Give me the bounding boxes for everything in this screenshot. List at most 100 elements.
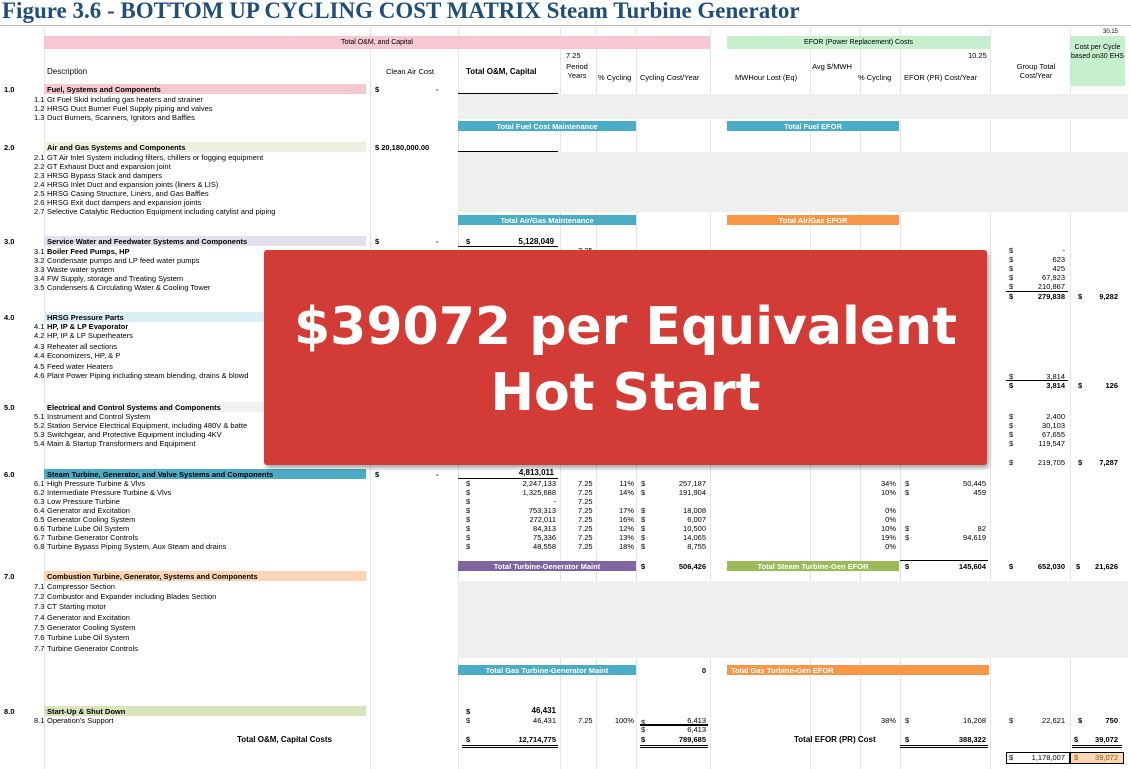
item-num: 3.3: [34, 265, 45, 274]
grand-cycle-total: 39,072: [1095, 753, 1118, 762]
dollar: $: [375, 470, 380, 479]
item-num: 6.2: [34, 488, 45, 497]
om-value: 75,336: [533, 533, 556, 542]
dollar: $: [1009, 562, 1014, 571]
item-num: 8.1: [34, 716, 45, 725]
dollar: $: [1009, 255, 1014, 264]
col-pct-cycling: % Cycling: [598, 73, 632, 82]
underline: [458, 246, 558, 247]
item-num: 3.2: [34, 256, 45, 265]
underline: [900, 560, 988, 561]
col-period-years: Period Years: [566, 62, 588, 80]
item-desc: HRSG Casing Structure, Liners, and Gas B…: [47, 189, 209, 198]
total-efor-label: Total EFOR (PR) Cost: [794, 735, 876, 744]
dollar: $: [641, 533, 646, 542]
dollar: $: [905, 479, 910, 488]
section-3-total: 5,128,049: [518, 237, 554, 246]
group-value: 30,103: [1042, 421, 1065, 430]
item-desc: Economizers, HP, & P: [47, 351, 121, 360]
item-desc: Boiler Feed Pumps, HP: [47, 247, 130, 256]
section-1-num: 1.0: [4, 85, 15, 94]
dollar: $: [466, 497, 471, 506]
om-value: 753,313: [528, 506, 556, 515]
pct2-value: 38%: [880, 716, 896, 725]
item-desc: Turbine Bypass Piping System, Aux Steam …: [47, 542, 227, 551]
section-6-title: Steam Turbine, Generator, and Valve Syst…: [47, 470, 274, 479]
pct-value: 12%: [618, 524, 634, 533]
dollar: $: [1009, 264, 1014, 273]
efor-val: 16,208: [963, 716, 986, 725]
item-desc: Turbine Generator Controls: [47, 644, 139, 653]
item-num: 7.7: [34, 644, 45, 653]
cycling-value: 6,007: [687, 515, 706, 524]
item-desc: Compressor Section: [47, 582, 115, 591]
item-num: 7.3: [34, 602, 45, 611]
item-num: 7.4: [34, 613, 45, 622]
section-2-num: 2.0: [4, 143, 15, 152]
dollar: $: [466, 515, 471, 524]
efor-value: 10.25: [968, 51, 987, 60]
item-num: 5.1: [34, 412, 45, 421]
pct-value: 100%: [614, 716, 634, 725]
item-num: 3.4: [34, 274, 45, 283]
dollar: $: [466, 735, 471, 744]
item-desc: FW Supply, storage and Treating System: [47, 274, 184, 283]
fuel-maint-label: Total Fuel Cost Maintenance: [496, 122, 598, 131]
period-value: 7.25: [578, 524, 593, 533]
pct2-value: 0%: [885, 542, 896, 551]
dollar: $: [466, 533, 471, 542]
total-om-band-label: Total O&M, and Capital: [341, 39, 413, 46]
om-value: 84,313: [533, 524, 556, 533]
cycling-value: 18,008: [683, 506, 706, 515]
item-num: 5.2: [34, 421, 45, 430]
dollar: $: [466, 488, 471, 497]
double-underline: [462, 745, 558, 748]
dollar: $: [641, 506, 646, 515]
item-num: 7.6: [34, 633, 45, 642]
group-value: 67,923: [1042, 273, 1065, 282]
dollar: $: [641, 725, 646, 734]
cost-per-cycle-label: Cost per Cycle based on30 EHS: [1071, 44, 1124, 60]
item-desc: Condensers & Circulating Water & Cooling…: [47, 283, 211, 292]
grand-group-total: 1,178,007: [1031, 753, 1065, 762]
dollar: $: [1078, 458, 1083, 467]
pct-value: 16%: [618, 515, 634, 524]
steam-efor-label: Total Steam Turbine-Gen EFOR: [757, 562, 869, 571]
section-6-cycle: 21,626: [1095, 562, 1118, 571]
item-num: 1.3: [34, 113, 45, 122]
item-desc: HRSG Bypass Stack and dampers: [47, 171, 163, 180]
item-num: 7.1: [34, 582, 45, 591]
gas-maint-label: Total Gas Turbine-Generator Maint: [485, 666, 609, 675]
dollar: $: [641, 515, 646, 524]
pct2-value: 0%: [885, 515, 896, 524]
item-desc: Gt Fuel Skid including gas heaters and s…: [47, 95, 203, 104]
dollar: $: [641, 524, 646, 533]
item-num: 1.2: [34, 104, 45, 113]
om-value: 272,011: [529, 515, 556, 524]
item-desc: Combustor and Expander including Blades …: [47, 592, 217, 601]
section-8-cycle: 750: [1105, 716, 1118, 725]
period-years-value: 7.25: [566, 51, 581, 60]
period-value: 7.25: [578, 533, 593, 542]
col-description: Description: [47, 67, 88, 76]
grid-col: [44, 28, 45, 769]
double-underline: [900, 745, 988, 748]
item-desc: Generator and Excitation: [47, 613, 130, 622]
om-value: -: [553, 497, 557, 506]
section-4-cycle: 126: [1105, 381, 1118, 390]
section-7-num: 7.0: [4, 572, 15, 581]
banner-line-1: $39072 per Equivalent: [294, 297, 957, 357]
section-8-total: 46,431: [531, 706, 556, 715]
item-desc: HRSG Exit duct dampers and expansion joi…: [47, 198, 202, 207]
period-value: 7.25: [578, 506, 593, 515]
item-num: 2.1: [34, 153, 45, 162]
item-desc: Waste water system: [47, 265, 115, 274]
item-desc: Switchgear, and Protective Equipment inc…: [47, 430, 222, 439]
item-num: 4.5: [34, 362, 45, 371]
pct2-value: 0%: [885, 506, 896, 515]
om-value: 2,247,133: [522, 479, 556, 488]
dollar: $: [641, 488, 646, 497]
title-underline: [0, 25, 1131, 26]
section-1-clean-dollar: $: [375, 85, 380, 94]
airgas-maint-label: Total Air/Gas Maintenance: [500, 216, 594, 225]
